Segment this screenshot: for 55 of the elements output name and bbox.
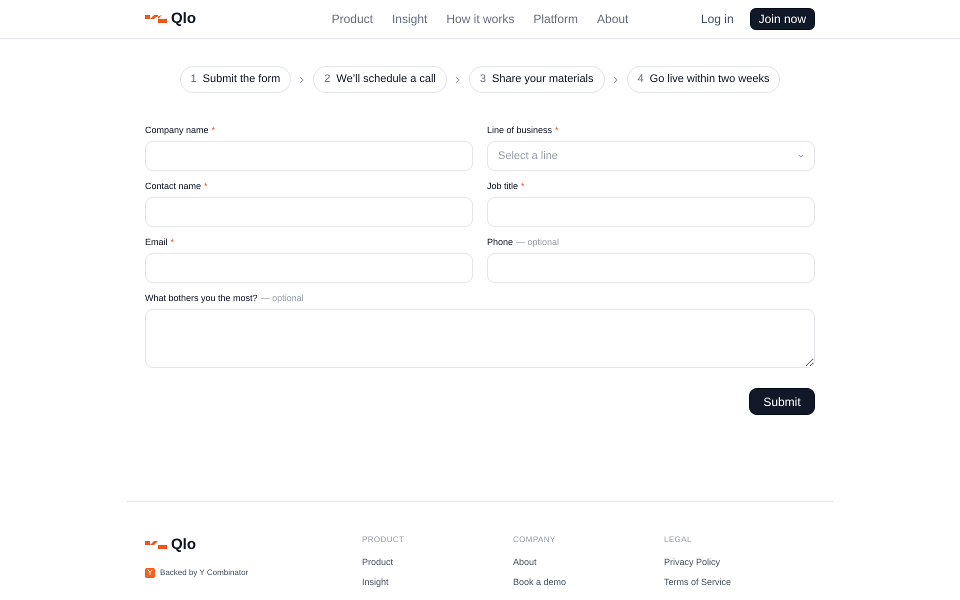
step-label: Submit the form bbox=[202, 72, 280, 88]
logo-icon bbox=[145, 14, 167, 24]
footer-link[interactable]: Terms of Service bbox=[664, 576, 815, 589]
logo-text: Qlo bbox=[171, 535, 196, 555]
input-field[interactable] bbox=[145, 141, 473, 171]
footer-link[interactable]: Book a demo bbox=[513, 576, 664, 589]
chevron-right-icon bbox=[299, 76, 306, 84]
nav-link[interactable]: Insight bbox=[392, 10, 428, 28]
input-field[interactable] bbox=[487, 253, 815, 283]
optional-note: — optional bbox=[516, 236, 560, 250]
input-field[interactable] bbox=[487, 197, 815, 227]
required-mark: * bbox=[212, 124, 216, 138]
step-number: 4 bbox=[638, 72, 644, 88]
field-label: Email bbox=[145, 236, 168, 250]
field-label: What bothers you the most? bbox=[145, 292, 258, 306]
footer-link[interactable]: Insight bbox=[362, 576, 513, 589]
required-mark: * bbox=[555, 124, 559, 138]
footer-heading: LEGAL bbox=[664, 534, 693, 546]
chevron-down-icon bbox=[798, 154, 804, 158]
step-number: 3 bbox=[480, 72, 486, 88]
login-link[interactable]: Log in bbox=[700, 10, 734, 28]
footer-heading: COMPANY bbox=[513, 534, 557, 546]
submit-button[interactable]: Submit bbox=[749, 388, 815, 415]
footer-link[interactable]: Privacy Policy bbox=[664, 556, 815, 570]
step-label: Share your materials bbox=[492, 72, 594, 88]
nav-link[interactable]: About bbox=[597, 10, 628, 28]
nav-link[interactable]: Platform bbox=[533, 10, 578, 28]
required-mark: * bbox=[204, 180, 208, 194]
nav-link[interactable]: Product bbox=[332, 10, 373, 28]
logo-text[interactable]: Qlo bbox=[171, 8, 196, 30]
optional-note: — optional bbox=[260, 292, 304, 306]
footer-heading: PRODUCT bbox=[362, 534, 406, 546]
y-combinator-badge: Y bbox=[145, 568, 155, 578]
field-label: Job title bbox=[487, 180, 518, 194]
field-label: Phone bbox=[487, 236, 514, 250]
required-mark: * bbox=[170, 236, 174, 250]
field-label: Line of business bbox=[487, 124, 552, 138]
chevron-right-icon bbox=[612, 76, 619, 84]
text-area[interactable] bbox=[145, 309, 815, 368]
step-number: 2 bbox=[324, 72, 330, 88]
field-label: Company name bbox=[145, 124, 209, 138]
nav-link[interactable]: How it works bbox=[446, 10, 514, 28]
chevron-right-icon bbox=[454, 76, 461, 84]
logo-icon bbox=[145, 540, 167, 550]
footer-link[interactable]: Product bbox=[362, 556, 513, 570]
step-number: 1 bbox=[190, 72, 197, 88]
field-label: Contact name bbox=[145, 180, 202, 194]
footer-link[interactable]: About bbox=[513, 556, 664, 570]
backed-by-text: Backed by Y Combinator bbox=[160, 566, 248, 578]
step-label: We’ll schedule a call bbox=[336, 72, 436, 88]
join-button[interactable]: Join now bbox=[750, 8, 815, 30]
input-field[interactable] bbox=[145, 253, 473, 283]
required-mark: * bbox=[521, 180, 525, 194]
input-field[interactable] bbox=[145, 197, 473, 227]
step-label: Go live within two weeks bbox=[650, 72, 770, 88]
